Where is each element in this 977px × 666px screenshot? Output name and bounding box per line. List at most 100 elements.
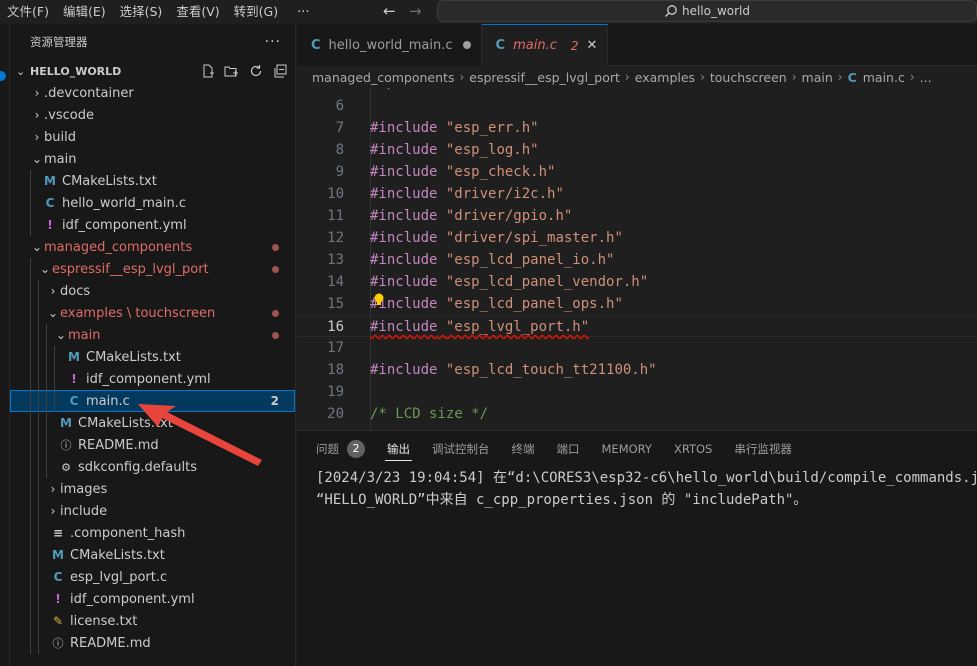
lightbulb-icon[interactable] [373,293,385,306]
breadcrumb-item[interactable]: espressif__esp_lvgl_port [469,70,620,85]
tree-indent-guide [30,478,31,500]
search-icon [665,5,677,17]
code-line: 20 /* LCD size */ [297,403,977,425]
tab-debug-console[interactable]: 调试控制台 [432,431,490,467]
code-line: 19 [297,381,977,403]
tree-folder-espressif-esp-lvgl-port[interactable]: ⌄ espressif__esp_lvgl_port [10,258,295,280]
collapse-all-icon[interactable] [272,64,287,79]
breadcrumb-item[interactable]: examples [635,70,695,85]
include-keyword: #include [370,208,438,224]
new-file-icon[interactable] [200,64,215,79]
breadcrumb-item[interactable]: main.c [863,70,905,85]
tab-xrtos[interactable]: XRTOS [674,431,712,467]
tree-item-label: CMakeLists.txt [78,415,173,431]
tree-file-readme-md[interactable]: ⓘ README.md [10,632,295,654]
breadcrumb-item[interactable]: managed_components [312,70,454,85]
tree-folder-build[interactable]: › build [10,126,295,148]
tree-file-license-txt[interactable]: ✎ license.txt [10,610,295,632]
menu-file[interactable]: 文件(F) [0,0,56,24]
menu-selection[interactable]: 选择(S) [113,0,170,24]
tree-indent-guide [30,610,31,632]
string-literal: "esp_log.h" [445,142,539,158]
tree-file-cmakelists-txt[interactable]: M CMakeLists.txt [10,544,295,566]
c-file-icon: C [495,38,506,53]
tree-indent-guide [30,412,31,434]
tree-folder-vscode[interactable]: › .vscode [10,104,295,126]
menu-go[interactable]: 转到(G) [227,0,285,24]
tree-folder-images[interactable]: › images [10,478,295,500]
tab-output[interactable]: 输出 [385,431,412,467]
tab-ports[interactable]: 端口 [557,431,580,467]
output-line: [2024/3/23 19:04:54] 在“d:\CORES3\esp32-c… [316,470,977,486]
chevron-down-icon: ⌄ [39,262,51,276]
tree-file-idf-component-yml[interactable]: ! idf_component.yml [10,588,295,610]
unsaved-dot-icon[interactable] [462,41,471,49]
tree-folder-main[interactable]: ⌄ main [10,148,295,170]
cmake-file-icon: M [60,416,72,430]
breadcrumb-item[interactable]: main [802,70,833,85]
tab-serial-monitor[interactable]: 串行监视器 [734,431,792,467]
tree-folder-main[interactable]: ⌄ main [10,324,295,346]
tree-indent-guide [38,302,39,324]
code-line: 17 [297,337,977,359]
tab-main-c[interactable]: C main.c 2 ✕ [481,24,609,66]
tree-file-sdkconfig-defaults[interactable]: ⚙ sdkconfig.defaults [10,456,295,478]
tree-file-readme-md[interactable]: ⓘ README.md [10,434,295,456]
chevron-right-icon: › [624,70,630,84]
line-number: 17 [327,340,344,356]
tree-item-label: .devcontainer [44,85,134,101]
menu-more-icon[interactable]: ··· [285,5,321,20]
include-keyword: #include [370,362,438,378]
forward-arrow-icon[interactable]: → [409,2,422,20]
tree-indent-guide [54,346,55,368]
explorer-more-icon[interactable]: ··· [265,34,281,50]
code-editor[interactable]: 5 */ 6 7 #include "esp_err.h" 8 #include "esp… [297,88,977,430]
menu-edit[interactable]: 编辑(E) [56,0,113,24]
tree-file-hello-world-main-c[interactable]: Chello_world_main.c [10,192,295,214]
command-center-search[interactable]: hello_world [437,0,977,22]
tree-folder-devcontainer[interactable]: › .devcontainer [10,82,295,104]
tree-indent-guide [30,280,31,302]
close-icon[interactable]: ✕ [586,38,597,53]
tree-folder-docs[interactable]: › docs [10,280,295,302]
string-literal: "esp_lvgl_port.h" [445,319,590,335]
tree-file-main-c[interactable]: Cmain.c 2 [10,390,295,412]
line-number: 11 [327,208,344,224]
code-text: #include "esp_lcd_touch_tt21100.h" [370,359,657,381]
new-folder-icon[interactable] [224,64,239,79]
tree-indent-guide [38,280,39,302]
tree-item-label: hello_world_main.c [62,195,186,211]
back-arrow-icon[interactable]: ← [383,2,396,20]
tree-indent-guide [46,434,47,456]
tree-folder-include[interactable]: › include [10,500,295,522]
include-keyword: #include [370,252,438,268]
refresh-icon[interactable] [248,64,263,79]
tree-indent-guide [46,324,47,346]
tab-problems[interactable]: 问题 2 [316,431,365,467]
info-file-icon: ⓘ [60,439,72,452]
tree-item-label: .component_hash [70,525,186,541]
code-text: #include "esp_lcd_panel_io.h" [370,249,614,271]
tree-folder-managed-components[interactable]: ⌄ managed_components [10,236,295,258]
tree-file-cmakelists-txt[interactable]: M CMakeLists.txt [10,170,295,192]
tree-indent-guide [30,544,31,566]
tab-hello-world-main[interactable]: C hello_world_main.c [297,24,482,66]
tree-indent-guide [38,632,39,654]
title-bar: 文件(F) 编辑(E) 选择(S) 查看(V) 转到(G) ··· ← → he… [0,0,977,24]
breadcrumb-item[interactable]: touchscreen [710,70,787,85]
breadcrumb-item[interactable]: ... [920,70,932,85]
tree-file-component-hash[interactable]: ≡ .component_hash [10,522,295,544]
tree-file-esp-lvgl-port-c[interactable]: Cesp_lvgl_port.c [10,566,295,588]
tree-file-cmakelists-txt[interactable]: M CMakeLists.txt [10,412,295,434]
tree-file-cmakelists-txt[interactable]: M CMakeLists.txt [10,346,295,368]
tree-folder-examples-touchscreen[interactable]: ⌄ examples \ touchscreen [10,302,295,324]
tree-file-idf-component-yml[interactable]: ! idf_component.yml [10,214,295,236]
tab-terminal[interactable]: 终端 [512,431,535,467]
tree-indent-guide [38,522,39,544]
menu-view[interactable]: 查看(V) [169,0,226,24]
tree-item-label: CMakeLists.txt [86,349,181,365]
tree-file-idf-component-yml[interactable]: ! idf_component.yml [10,368,295,390]
workspace-header[interactable]: ⌄ HELLO_WORLD [10,60,295,82]
tab-memory[interactable]: MEMORY [602,431,652,467]
string-literal: "esp_lcd_panel_ops.h" [445,296,623,312]
